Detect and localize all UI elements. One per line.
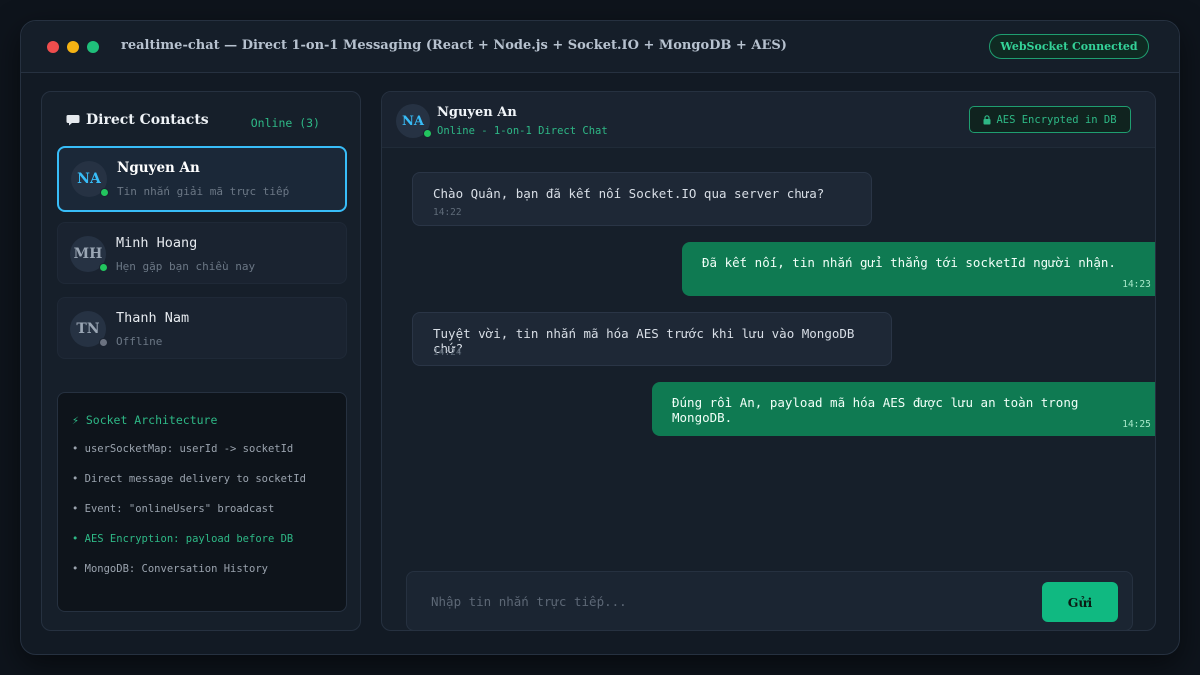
window-title: realtime-chat — Direct 1-on-1 Messaging … — [121, 38, 787, 53]
contacts-sidebar: Direct Contacts Online (3) NA Nguyen An … — [41, 91, 361, 631]
app-window: realtime-chat — Direct 1-on-1 Messaging … — [20, 20, 1180, 655]
aes-encrypted-badge: AES Encrypted in DB — [969, 106, 1131, 133]
title-bar: realtime-chat — Direct 1-on-1 Messaging … — [21, 21, 1179, 73]
contact-item-minh-hoang[interactable]: MH Minh Hoang Hẹn gặp bạn chiều nay — [57, 222, 347, 284]
avatar: NA — [71, 161, 109, 197]
message-text: Đã kết nối, tin nhắn gửi thẳng tới socke… — [702, 255, 1116, 270]
avatar: MH — [70, 236, 108, 272]
architecture-item: • AES Encryption: payload before DB — [72, 533, 294, 545]
message-text: Chào Quân, bạn đã kết nối Socket.IO qua … — [433, 186, 825, 201]
message-time: 14:24 — [433, 347, 462, 358]
avatar: TN — [70, 311, 108, 347]
online-status-dot — [99, 263, 108, 272]
message-time: 14:22 — [433, 207, 462, 218]
message-bubble-outgoing: Đã kết nối, tin nhắn gửi thẳng tới socke… — [682, 242, 1155, 296]
architecture-title: ⚡ Socket Architecture — [72, 413, 218, 427]
architecture-item: • Event: "onlineUsers" broadcast — [72, 503, 275, 515]
contact-item-nguyen-an[interactable]: NA Nguyen An Tin nhắn giải mã trực tiếp — [57, 146, 347, 212]
chat-panel: NA Nguyen An Online - 1-on-1 Direct Chat… — [381, 91, 1156, 631]
message-bubble-incoming: Chào Quân, bạn đã kết nối Socket.IO qua … — [412, 172, 872, 226]
websocket-status-badge: WebSocket Connected — [989, 34, 1149, 59]
contact-preview: Tin nhắn giải mã trực tiếp — [117, 185, 290, 198]
contact-item-thanh-nam[interactable]: TN Thanh Nam Offline — [57, 297, 347, 359]
avatar: NA — [396, 104, 432, 138]
message-time: 14:25 ✓✓ — [1122, 419, 1155, 430]
online-status-dot — [100, 188, 109, 197]
sidebar-title: Direct Contacts — [86, 112, 209, 128]
chat-header: NA Nguyen An Online - 1-on-1 Direct Chat… — [382, 92, 1155, 148]
lock-icon — [983, 114, 991, 124]
send-button[interactable]: Gửi — [1042, 582, 1118, 622]
chat-contact-status: Online - 1-on-1 Direct Chat — [437, 125, 608, 137]
speech-bubble-icon — [66, 115, 80, 126]
architecture-item: • MongoDB: Conversation History — [72, 563, 268, 575]
chat-contact-name: Nguyen An — [437, 105, 517, 120]
online-count: Online (3) — [250, 116, 320, 130]
message-bubble-incoming: Tuyệt vời, tin nhắn mã hóa AES trước khi… — [412, 312, 892, 366]
message-text: Tuyệt vời, tin nhắn mã hóa AES trước khi… — [433, 326, 855, 356]
minimize-window-button[interactable] — [67, 41, 79, 53]
close-window-button[interactable] — [47, 41, 59, 53]
message-time: 14:23 ✓✓ — [1122, 279, 1155, 290]
message-input[interactable] — [407, 572, 1027, 630]
maximize-window-button[interactable] — [87, 41, 99, 53]
contact-preview: Hẹn gặp bạn chiều nay — [116, 260, 256, 273]
contact-name: Thanh Nam — [116, 310, 190, 326]
online-status-dot — [423, 129, 432, 138]
architecture-item: • Direct message delivery to socketId — [72, 473, 306, 485]
sidebar-heading: Direct Contacts — [66, 112, 209, 128]
socket-architecture-panel: ⚡ Socket Architecture • userSocketMap: u… — [57, 392, 347, 612]
message-text: Đúng rồi An, payload mã hóa AES được lưu… — [672, 395, 1079, 425]
message-composer: Gửi — [406, 571, 1133, 630]
contact-name: Nguyen An — [117, 160, 200, 176]
contact-preview: Offline — [116, 335, 163, 348]
offline-status-dot — [99, 338, 108, 347]
architecture-item: • userSocketMap: userId -> socketId — [72, 443, 294, 455]
contact-name: Minh Hoang — [116, 235, 198, 251]
message-bubble-outgoing: Đúng rồi An, payload mã hóa AES được lưu… — [652, 382, 1155, 436]
